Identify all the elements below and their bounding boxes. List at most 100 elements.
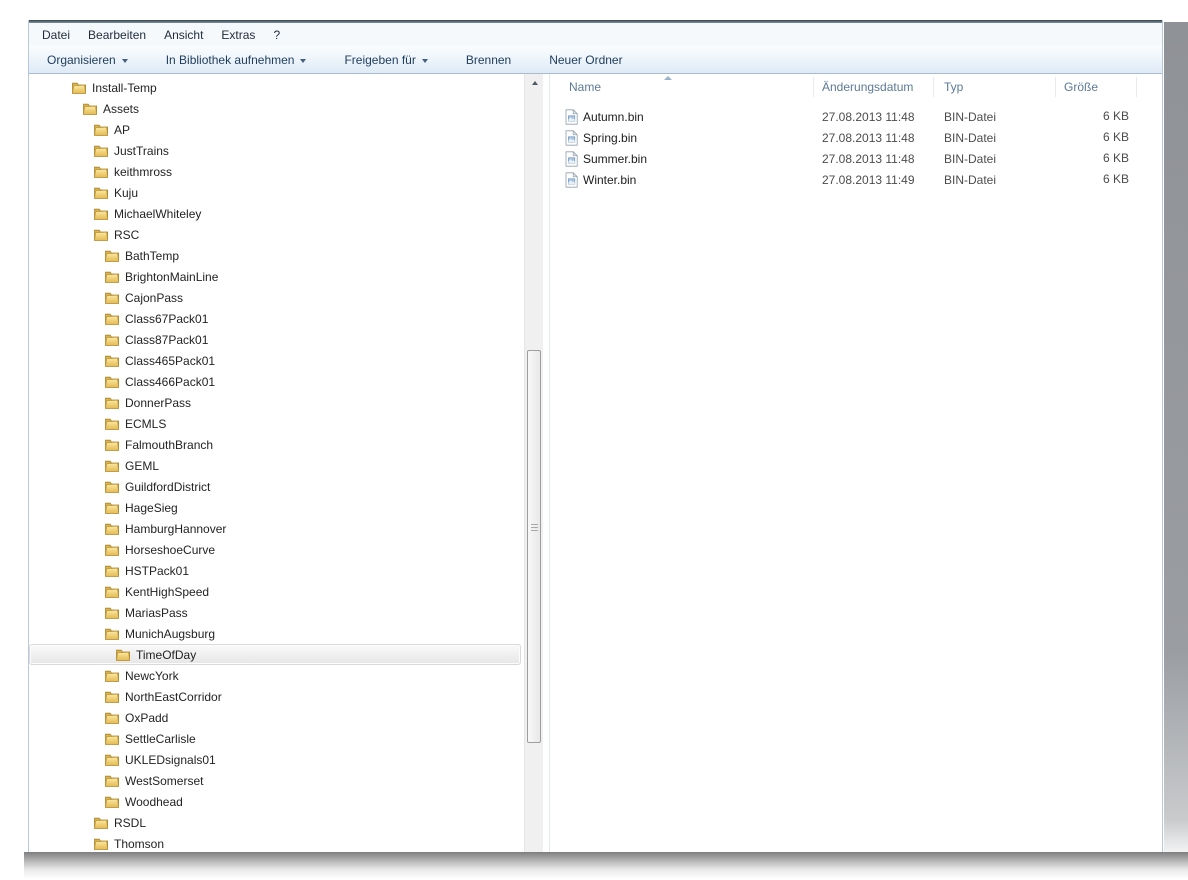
tree-item-class466pack01[interactable]: Class466Pack01: [29, 371, 521, 392]
toolbar-button-brennen[interactable]: Brennen: [458, 50, 519, 70]
tree-item-ecmls[interactable]: ECMLS: [29, 413, 521, 434]
tree-item-munichaugsburg[interactable]: MunichAugsburg: [29, 623, 521, 644]
toolbar-button-organisieren[interactable]: Organisieren: [39, 50, 136, 70]
column-header-row: Name Änderungsdatum Typ Größe: [550, 74, 1162, 100]
tree-item-hstpack01[interactable]: HSTPack01: [29, 560, 521, 581]
column-header-size-label: Größe: [1064, 80, 1099, 94]
scrollbar-thumb[interactable]: [527, 350, 541, 743]
tree-item-justtrains[interactable]: JustTrains: [29, 140, 521, 161]
tree-item-label: Kuju: [114, 185, 139, 200]
tree-item-hamburghannover[interactable]: HamburgHannover: [29, 518, 521, 539]
folder-icon: [105, 607, 119, 619]
tree-item-rsc[interactable]: RSC: [29, 224, 521, 245]
folder-icon: [105, 523, 119, 535]
tree-item-cajonpass[interactable]: CajonPass: [29, 287, 521, 308]
file-name-cell: Winter.bin: [550, 171, 814, 188]
file-name-cell: Summer.bin: [550, 150, 814, 167]
tree-item-label: HorseshoeCurve: [125, 542, 216, 557]
file-name-cell: Spring.bin: [550, 129, 814, 146]
folder-icon: [105, 313, 119, 325]
tree-item-label: Woodhead: [125, 794, 183, 809]
menu-item--[interactable]: ?: [264, 25, 289, 45]
folder-icon: [105, 397, 119, 409]
file-row-autumn-bin[interactable]: Autumn.bin 27.08.2013 11:48 BIN-Datei 6 …: [550, 106, 1162, 127]
tree-item-oxpadd[interactable]: OxPadd: [29, 707, 521, 728]
folder-icon: [105, 502, 119, 514]
tree-item-label: Class87Pack01: [125, 332, 209, 347]
folder-icon: [105, 691, 119, 703]
toolbar-button-label: In Bibliothek aufnehmen: [165, 52, 295, 67]
column-header-name[interactable]: Name: [550, 77, 814, 97]
tree-item-label: BrightonMainLine: [125, 269, 219, 284]
folder-icon: [105, 460, 119, 472]
tree-item-brightonmainline[interactable]: BrightonMainLine: [29, 266, 521, 287]
file-icon: [565, 129, 578, 146]
tree-item-falmouthbranch[interactable]: FalmouthBranch: [29, 434, 521, 455]
file-row-winter-bin[interactable]: Winter.bin 27.08.2013 11:49 BIN-Datei 6 …: [550, 169, 1162, 190]
tree-item-keithmross[interactable]: keithmross: [29, 161, 521, 182]
tree-item-label: UKLEDsignals01: [125, 752, 216, 767]
menu-item-datei[interactable]: Datei: [33, 25, 79, 45]
file-row-summer-bin[interactable]: Summer.bin 27.08.2013 11:48 BIN-Datei 6 …: [550, 148, 1162, 169]
folder-icon: [105, 481, 119, 493]
file-name: Autumn.bin: [583, 109, 644, 124]
tree-item-class87pack01[interactable]: Class87Pack01: [29, 329, 521, 350]
tree-item-assets[interactable]: Assets: [29, 98, 521, 119]
menu-item-ansicht[interactable]: Ansicht: [155, 25, 212, 45]
tree-item-michaelwhiteley[interactable]: MichaelWhiteley: [29, 203, 521, 224]
tree-item-label: MichaelWhiteley: [114, 206, 202, 221]
tree-item-label: NorthEastCorridor: [125, 689, 222, 704]
tree-item-label: FalmouthBranch: [125, 437, 214, 452]
toolbar-button-neuer-ordner[interactable]: Neuer Ordner: [541, 50, 630, 70]
file-row-spring-bin[interactable]: Spring.bin 27.08.2013 11:48 BIN-Datei 6 …: [550, 127, 1162, 148]
toolbar-button-freigeben-für[interactable]: Freigeben für: [336, 50, 435, 70]
toolbar-button-in-bibliothek-aufnehmen[interactable]: In Bibliothek aufnehmen: [158, 50, 315, 70]
tree-item-label: TimeOfDay: [136, 647, 197, 662]
tree-item-rsdl[interactable]: RSDL: [29, 812, 521, 833]
tree-item-westsomerset[interactable]: WestSomerset: [29, 770, 521, 791]
tree-item-class67pack01[interactable]: Class67Pack01: [29, 308, 521, 329]
tree-item-geml[interactable]: GEML: [29, 455, 521, 476]
tree-scrollbar[interactable]: [524, 74, 543, 852]
tree-item-donnerpass[interactable]: DonnerPass: [29, 392, 521, 413]
tree-item-newcyork[interactable]: NewcYork: [29, 665, 521, 686]
tree-item-kenthighspeed[interactable]: KentHighSpeed: [29, 581, 521, 602]
tree-item-northeastcorridor[interactable]: NorthEastCorridor: [29, 686, 521, 707]
scrollbar-up-button[interactable]: [525, 74, 544, 91]
tree-item-class465pack01[interactable]: Class465Pack01: [29, 350, 521, 371]
column-header-size[interactable]: Größe: [1056, 77, 1137, 97]
tree-item-horseshoecurve[interactable]: HorseshoeCurve: [29, 539, 521, 560]
folder-icon: [105, 796, 119, 808]
tree-item-ap[interactable]: AP: [29, 119, 521, 140]
chevron-down-icon: [421, 58, 428, 63]
folder-icon: [105, 544, 119, 556]
tree-item-guildforddistrict[interactable]: GuildfordDistrict: [29, 476, 521, 497]
tree-item-bathtemp[interactable]: BathTemp: [29, 245, 521, 266]
tree-item-label: BathTemp: [125, 248, 180, 263]
folder-icon: [105, 439, 119, 451]
tree-item-woodhead[interactable]: Woodhead: [29, 791, 521, 812]
menu-item-bearbeiten[interactable]: Bearbeiten: [79, 25, 155, 45]
tree-item-label: JustTrains: [114, 143, 169, 158]
tree-item-kuju[interactable]: Kuju: [29, 182, 521, 203]
tree-item-install-temp[interactable]: Install-Temp: [29, 77, 521, 98]
tree-item-hagesieg[interactable]: HageSieg: [29, 497, 521, 518]
tree-item-ukledsignals01[interactable]: UKLEDsignals01: [29, 749, 521, 770]
tree-item-timeofday[interactable]: TimeOfDay: [29, 644, 521, 665]
tree-item-settlecarlisle[interactable]: SettleCarlisle: [29, 728, 521, 749]
column-header-type[interactable]: Typ: [934, 77, 1056, 97]
tree-item-mariaspass[interactable]: MariasPass: [29, 602, 521, 623]
explorer-window: Datei Bearbeiten Ansicht Extras? Organisier…: [28, 20, 1163, 852]
folder-icon: [105, 586, 119, 598]
tree-item-thomson[interactable]: Thomson: [29, 833, 521, 852]
window-right-shadow: [1164, 22, 1188, 862]
tree-item-label: GuildfordDistrict: [125, 479, 211, 494]
menu-item-extras[interactable]: Extras: [212, 25, 264, 45]
column-header-modified[interactable]: Änderungsdatum: [814, 77, 934, 97]
file-type-cell: BIN-Datei: [944, 172, 997, 187]
column-header-modified-label: Änderungsdatum: [822, 80, 914, 94]
column-header-name-label: Name: [569, 80, 602, 94]
menu-item-label: Ansicht: [164, 27, 204, 42]
folder-icon: [94, 229, 108, 241]
file-rows: Autumn.bin 27.08.2013 11:48 BIN-Datei 6 …: [550, 106, 1162, 190]
